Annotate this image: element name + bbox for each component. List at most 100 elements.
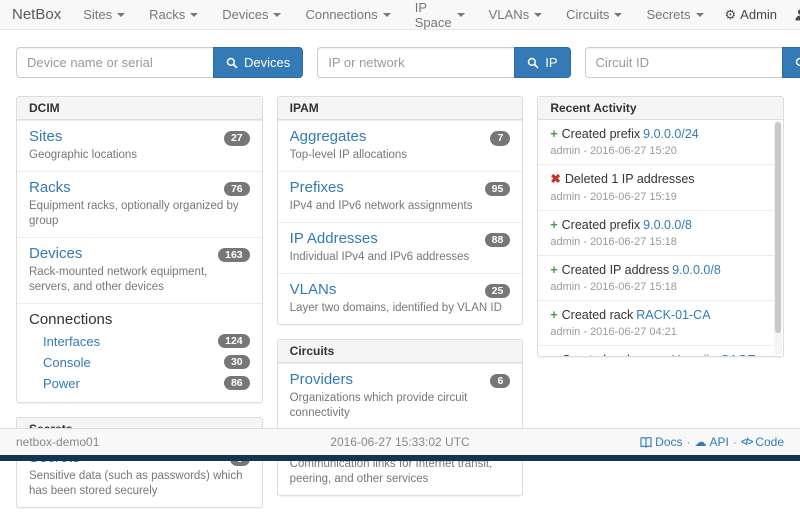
- separator: ·: [733, 435, 737, 449]
- circuit-search-input[interactable]: [585, 47, 782, 78]
- docs-label: Docs: [655, 435, 682, 449]
- console-link[interactable]: Console: [43, 355, 91, 370]
- ip-search-input[interactable]: [317, 47, 514, 78]
- search-icon: [226, 57, 238, 69]
- circuits-panel: Circuits 6 Providers Organizations which…: [277, 339, 524, 496]
- device-search-group: Devices: [16, 47, 303, 78]
- list-item-providers: 6 Providers Organizations which provide …: [278, 363, 523, 429]
- admin-label: Admin: [740, 7, 777, 22]
- activity-item: +Created IP address9.0.0.0/8 admin - 201…: [538, 255, 783, 300]
- hostname: netbox-demo01: [16, 435, 272, 449]
- nav-menu-devices[interactable]: Devices: [210, 0, 293, 30]
- activity-action: Created IP address: [562, 263, 669, 277]
- panel-title: Circuits: [278, 340, 523, 363]
- ipam-panel: IPAM 7 Aggregates Top-level IP allocatio…: [277, 96, 524, 325]
- chevron-down-icon: [383, 13, 391, 17]
- activity-list[interactable]: + Created prefix 9.0.0.0/24 admin - 2016-0…: [538, 120, 783, 356]
- item-description: Top-level IP allocations: [290, 148, 511, 163]
- nav-menu-sites[interactable]: Sites: [71, 0, 137, 30]
- activity-item: +Created prefix9.0.0.0/24 admin - 2016-0…: [538, 120, 783, 164]
- nav-menu-vlans[interactable]: VLANs: [477, 0, 554, 30]
- activity-item: +Created rack groupHawaii - CAGE-DH1-01 …: [538, 345, 783, 356]
- nav-menu-circuits[interactable]: Circuits: [554, 0, 634, 30]
- code-link[interactable]: </>Code: [741, 435, 784, 449]
- activity-item: +Created prefix9.0.0.0/8 admin - 2016-06…: [538, 210, 783, 255]
- aggregates-link[interactable]: Aggregates: [290, 128, 367, 145]
- ip-search-group: IP: [317, 47, 570, 78]
- brand-logo[interactable]: NetBox: [12, 6, 61, 23]
- docs-link[interactable]: Docs: [640, 435, 682, 449]
- activity-meta: admin - 2016-06-27 04:21: [550, 326, 763, 338]
- count-badge: 25: [485, 284, 511, 299]
- nav-menu-ip-space[interactable]: IP Space: [403, 0, 477, 30]
- activity-target-link[interactable]: 9.0.0.0/8: [643, 218, 692, 232]
- activity-target-link[interactable]: 9.0.0.0/24: [643, 127, 699, 141]
- code-icon: </>: [741, 437, 752, 448]
- circuit-search-group: Circuits: [585, 47, 800, 78]
- list-item-vlans: 25 VLANs Layer two domains, identified b…: [278, 273, 523, 324]
- nav-menu-secrets[interactable]: Secrets: [634, 0, 715, 30]
- list-item-prefixes: 95 Prefixes IPv4 and IPv6 network assign…: [278, 171, 523, 222]
- separator: ·: [687, 435, 691, 449]
- user-icon: [795, 9, 800, 21]
- panel-title: Recent Activity: [538, 97, 783, 120]
- list-item-sites: 27 Sites Geographic locations: [17, 120, 262, 171]
- nav-menu-label: Connections: [305, 7, 377, 22]
- connections-row-interfaces: Interfaces 124: [29, 331, 250, 352]
- activity-action: Deleted 1 IP addresses: [565, 172, 695, 186]
- item-description: IPv4 and IPv6 network assignments: [290, 199, 511, 214]
- activity-item: ✖Deleted 1 IP addresses admin - 2016-06-…: [538, 164, 783, 209]
- connections-row-console: Console 30: [29, 352, 250, 373]
- power-link[interactable]: Power: [43, 376, 80, 391]
- count-badge: 88: [485, 233, 511, 248]
- api-link[interactable]: ☁API: [695, 435, 729, 449]
- activity-action: Created prefix: [562, 218, 641, 232]
- navbar-right: ⚙Admin Profile Log out: [716, 0, 800, 30]
- circuit-search-button[interactable]: Circuits: [782, 47, 800, 78]
- nav-menu-racks[interactable]: Racks: [137, 0, 210, 30]
- item-description: Layer two domains, identified by VLAN ID: [290, 301, 511, 316]
- count-badge: 163: [218, 248, 250, 263]
- count-badge: 7: [490, 131, 510, 146]
- device-search-button[interactable]: Devices: [213, 47, 303, 78]
- ip-addresses-link[interactable]: IP Addresses: [290, 230, 378, 247]
- activity-action: Created rack: [562, 308, 634, 322]
- profile-link[interactable]: Profile: [786, 0, 800, 30]
- item-description: Communication links for Internet transit…: [290, 457, 511, 487]
- vlans-link[interactable]: VLANs: [290, 281, 337, 298]
- footer: netbox-demo01 2016-06-27 15:33:02 UTC Do…: [0, 428, 800, 455]
- providers-link[interactable]: Providers: [290, 371, 353, 388]
- count-badge: 30: [224, 355, 250, 370]
- device-search-button-label: Devices: [244, 55, 290, 70]
- device-search-input[interactable]: [16, 47, 213, 78]
- plus-icon: +: [550, 353, 557, 356]
- chevron-down-icon: [614, 13, 622, 17]
- server-timestamp: 2016-06-27 15:33:02 UTC: [272, 435, 528, 449]
- sites-link[interactable]: Sites: [29, 128, 62, 145]
- panel-title: IPAM: [278, 97, 523, 120]
- count-badge: 124: [218, 334, 250, 349]
- search-icon: [795, 57, 800, 69]
- list-item-racks: 76 Racks Equipment racks, optionally org…: [17, 171, 262, 237]
- cloud-icon: ☁: [695, 435, 707, 449]
- nav-menu-connections[interactable]: Connections: [293, 0, 402, 30]
- activity-target-link[interactable]: RACK-01-CA: [636, 308, 710, 322]
- racks-link[interactable]: Racks: [29, 179, 71, 196]
- footer-links: Docs · ☁API · </>Code: [528, 435, 784, 449]
- plus-icon: +: [550, 127, 557, 141]
- prefixes-link[interactable]: Prefixes: [290, 179, 344, 196]
- plus-icon: +: [550, 308, 557, 322]
- activity-target-link[interactable]: 9.0.0.0/8: [672, 263, 721, 277]
- devices-link[interactable]: Devices: [29, 245, 82, 262]
- bottom-strip: [0, 455, 800, 461]
- connections-row-power: Power 86: [29, 373, 250, 394]
- scrollbar-thumb[interactable]: [775, 122, 781, 333]
- interfaces-link[interactable]: Interfaces: [43, 334, 100, 349]
- chevron-down-icon: [534, 13, 542, 17]
- admin-link[interactable]: ⚙Admin: [716, 0, 787, 30]
- ip-search-button[interactable]: IP: [514, 47, 570, 78]
- scrollbar[interactable]: [774, 121, 782, 355]
- connections-title: Connections: [29, 311, 250, 328]
- nav-menu-label: VLANs: [489, 7, 529, 22]
- ip-search-button-label: IP: [545, 55, 557, 70]
